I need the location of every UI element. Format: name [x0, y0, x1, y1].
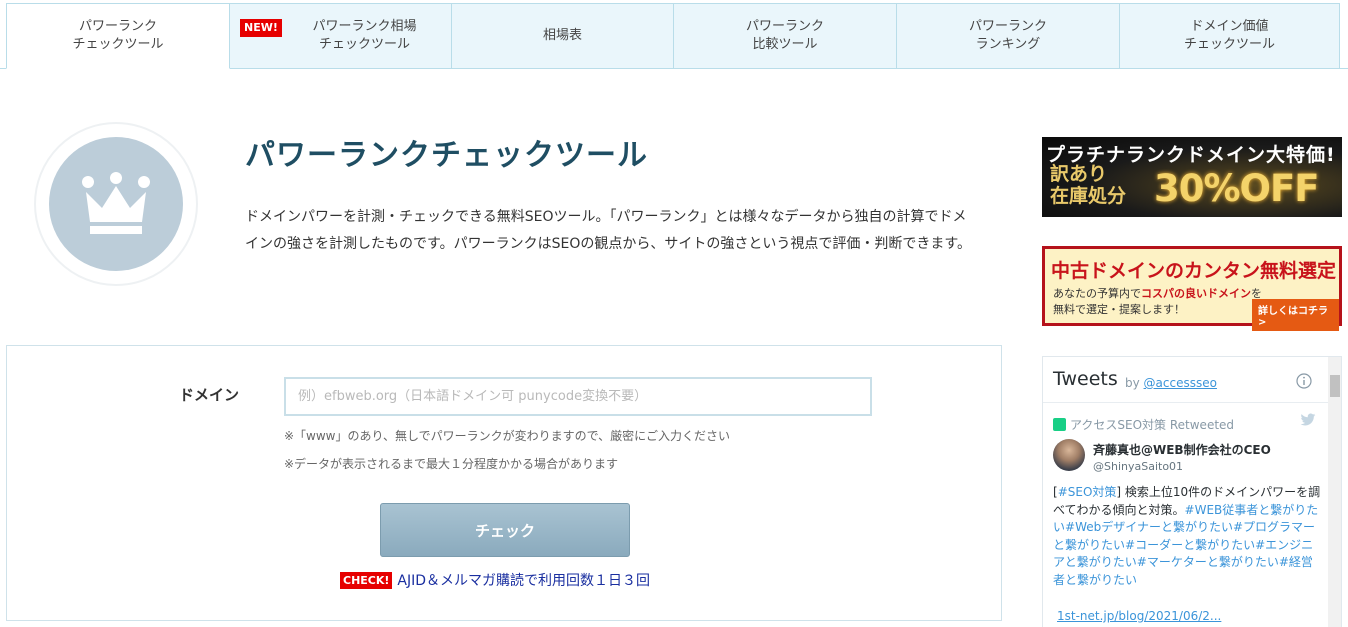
scrollbar-thumb[interactable] — [1330, 375, 1340, 397]
hashtag-link[interactable]: #SEO対策 — [1058, 485, 1117, 499]
page-description: ドメインパワーを計測・チェックできる無料SEOツール。「パワーランク」とは様々な… — [245, 209, 971, 252]
tab-powerrank-compare[interactable]: パワーランク 比較ツール — [674, 3, 897, 69]
banner-line2: 無料で選定・提案します！ — [1053, 303, 1185, 316]
account-handle-link[interactable]: @accessseo — [1144, 376, 1217, 390]
wait-note: ※データが表示されるまで最大１分程度かかる場合があります — [284, 457, 619, 471]
domain-label: ドメイン — [179, 386, 240, 404]
ajid-mailmag-link[interactable]: AJID＆メルマガ購読で利用回数１日３回 — [397, 570, 650, 590]
banner-title: 中古ドメインのカンタン無料選定 — [1051, 260, 1337, 282]
twitter-timeline: Tweets by @accessseo アクセスSEO対策 Retweeted… — [1042, 356, 1342, 627]
tweet-author-name[interactable]: 斉藤真也@WEB制作会社のCEO — [1093, 441, 1271, 458]
avatar[interactable] — [1053, 439, 1085, 471]
retweeted-by: アクセスSEO対策 Retweeted — [1053, 416, 1234, 433]
check-badge: CHECK! — [340, 571, 393, 589]
used-domain-selection-banner[interactable]: 中古ドメインのカンタン無料選定 あなたの予算内でコスパの良いドメインを 無料で選… — [1042, 246, 1342, 331]
banner-highlight: コスパの良いドメイン — [1141, 287, 1251, 300]
hashtag-link[interactable]: #Webデザイナーと繋がりたい — [1065, 520, 1233, 534]
tab-market-table[interactable]: 相場表 — [452, 3, 674, 69]
tweet-link[interactable]: 1st-net.jp/blog/2021/06/2... — [1057, 609, 1221, 623]
tab-powerrank-ranking[interactable]: パワーランク ランキング — [897, 3, 1120, 69]
tab-label: ドメイン価値 チェックツール — [1183, 19, 1275, 52]
tweets-title: Tweets — [1053, 368, 1118, 390]
tab-label: パワーランク ランキング — [968, 19, 1047, 52]
new-badge: NEW! — [240, 19, 282, 37]
by-label: by — [1125, 376, 1140, 390]
info-icon[interactable] — [1296, 373, 1312, 389]
top-tabs: パワーランク チェックツール NEW! パワーランク相場 チェックツール 相場表… — [6, 3, 1340, 69]
tweet-text: [#SEO対策] 検索上位10件のドメインパワーを調べてわかる傾向と対策。#WE… — [1053, 484, 1321, 589]
tab-label: パワーランク相場 チェックツール — [312, 19, 417, 52]
twitter-bird-icon[interactable] — [1300, 413, 1316, 427]
banner-details-button: 詳しくはコチラ > — [1252, 299, 1339, 331]
hashtag-link[interactable]: #コーダーと繋がりたい — [1125, 538, 1255, 552]
banner-subtext: 訳あり 在庫処分 — [1050, 163, 1127, 207]
scrollbar-track[interactable] — [1328, 357, 1341, 627]
tab-domain-value-check[interactable]: ドメイン価値 チェックツール — [1120, 3, 1340, 69]
tab-label: 相場表 — [542, 28, 582, 43]
check-button[interactable]: チェック — [380, 503, 630, 557]
domain-check-form: ドメイン ※「www」のあり、無しでパワーランクが変わりますので、厳密にご入力く… — [6, 345, 1002, 621]
tab-powerrank-check[interactable]: パワーランク チェックツール — [6, 3, 230, 69]
banner-text: あなたの予算内で — [1053, 287, 1141, 300]
tab-powerrank-market-check[interactable]: NEW! パワーランク相場 チェックツール — [230, 3, 452, 69]
tab-label: パワーランク 比較ツール — [745, 19, 824, 52]
platinum-domain-sale-banner[interactable]: プラチナランクドメイン大特価! 訳あり 在庫処分 30%OFF — [1042, 137, 1342, 217]
www-note: ※「www」のあり、無しでパワーランクが変わりますので、厳密にご入力ください — [284, 429, 730, 443]
tweets-header: Tweets by @accessseo — [1043, 357, 1328, 403]
tweet-author-handle[interactable]: @ShinyaSaito01 — [1093, 460, 1183, 473]
hero-icon-circle — [34, 122, 198, 286]
crown-icon — [82, 172, 150, 234]
page-title: パワーランクチェックツール — [245, 138, 648, 173]
retweeted-text: アクセスSEO対策 Retweeted — [1070, 418, 1235, 432]
retweet-icon — [1053, 418, 1066, 431]
tweets-by: by @accessseo — [1125, 376, 1217, 390]
banner-line1: あなたの予算内でコスパの良いドメインを — [1053, 285, 1262, 301]
domain-input[interactable] — [284, 377, 872, 416]
hashtag-link[interactable]: #マーケターと繋がりたい — [1137, 555, 1279, 569]
banner-discount: 30%OFF — [1154, 167, 1320, 210]
tab-label: パワーランク チェックツール — [72, 19, 164, 52]
promo-line: CHECK! AJID＆メルマガ購読で利用回数１日３回 — [340, 570, 650, 590]
